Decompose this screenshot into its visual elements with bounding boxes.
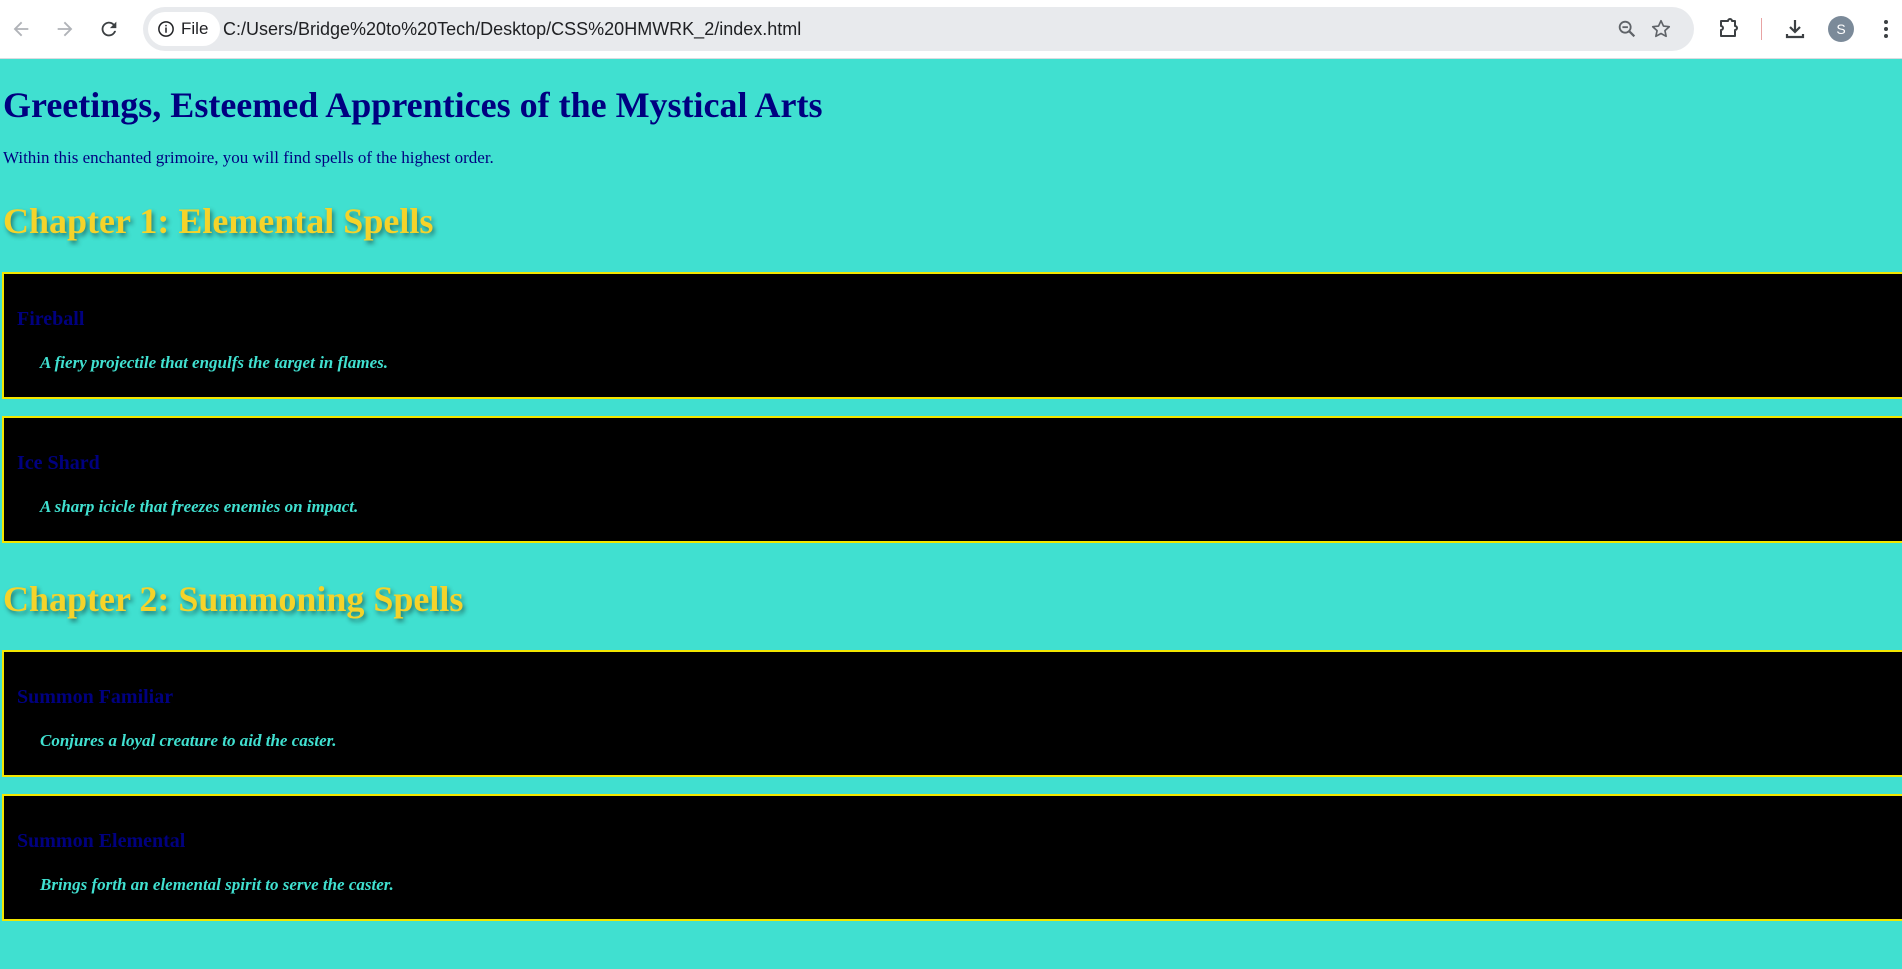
zoom-out-icon (1618, 20, 1636, 38)
spell-card: Summon Elemental Brings forth an element… (2, 794, 1902, 921)
chapter-title: Chapter 1: Elemental Spells (3, 201, 434, 241)
download-icon (1785, 20, 1805, 39)
spell-description: A fiery projectile that engulfs the targ… (40, 353, 389, 372)
reload-button[interactable] (94, 14, 124, 44)
browser-toolbar: File C:/Users/Bridge%20to%20Tech/Desktop… (0, 0, 1902, 59)
arrow-left-icon (13, 21, 29, 37)
spell-card: Fireball A fiery projectile that engulfs… (2, 272, 1902, 399)
spell-card: Ice Shard A sharp icicle that freezes en… (2, 416, 1902, 543)
downloads-button[interactable] (1780, 14, 1810, 44)
more-vertical-icon (1884, 20, 1888, 38)
spell-name: Fireball (17, 308, 85, 330)
site-chip-label: File (181, 19, 209, 38)
page-title: Greetings, Esteemed Apprentices of the M… (3, 85, 823, 125)
toolbar-divider (1761, 18, 1762, 40)
chapter-title: Chapter 2: Summoning Spells (3, 579, 464, 619)
spell-card: Summon Familiar Conjures a loyal creatur… (2, 650, 1902, 777)
zoom-button[interactable] (1615, 17, 1639, 41)
arrow-right-icon (57, 21, 73, 37)
spell-description: Brings forth an elemental spirit to serv… (40, 875, 394, 894)
spell-name: Summon Elemental (17, 830, 186, 852)
star-icon (1651, 19, 1671, 38)
url-text[interactable]: C:/Users/Bridge%20to%20Tech/Desktop/CSS%… (223, 7, 801, 51)
spell-description: A sharp icicle that freezes enemies on i… (40, 497, 359, 516)
spell-name: Ice Shard (17, 452, 100, 474)
reload-icon (101, 21, 117, 37)
profile-avatar[interactable]: S (1828, 16, 1854, 42)
bookmark-button[interactable] (1649, 17, 1673, 41)
page-content: Greetings, Esteemed Apprentices of the M… (0, 59, 1902, 969)
intro-text: Within this enchanted grimoire, you will… (3, 148, 494, 167)
back-button[interactable] (6, 14, 36, 44)
spell-name: Summon Familiar (17, 686, 174, 708)
site-info-chip[interactable]: File (148, 12, 221, 46)
puzzle-icon (1720, 18, 1738, 37)
address-bar[interactable]: File C:/Users/Bridge%20to%20Tech/Desktop… (143, 7, 1694, 51)
extensions-button[interactable] (1713, 14, 1743, 44)
info-icon (158, 21, 174, 37)
browser-menu-button[interactable] (1871, 14, 1901, 44)
forward-button[interactable] (50, 14, 80, 44)
spell-description: Conjures a loyal creature to aid the cas… (40, 731, 337, 750)
